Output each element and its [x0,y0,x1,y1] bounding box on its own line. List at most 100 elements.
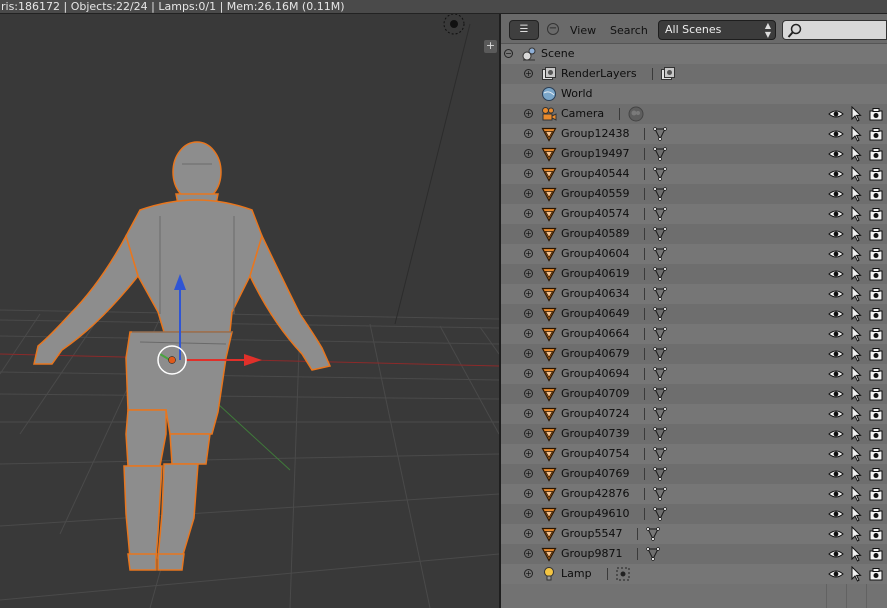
render-camera-icon[interactable] [868,546,884,562]
mesh-object-icon[interactable] [541,186,557,202]
3d-viewport[interactable]: + [0,14,499,608]
visibility-eye-icon[interactable] [828,306,844,322]
outliner-row-group40739[interactable]: + Group40739 [501,424,887,444]
selectability-cursor-icon[interactable] [848,345,864,362]
selectability-cursor-icon[interactable] [848,425,864,442]
mesh-object-icon[interactable] [541,486,557,502]
mesh-data-icon[interactable] [652,326,668,342]
visibility-eye-icon[interactable] [828,266,844,282]
outliner-item-label[interactable]: Group40679 [561,347,629,360]
outliner-row-group40559[interactable]: + Group40559 [501,184,887,204]
expand-icon[interactable]: + [524,529,533,538]
mesh-data-icon[interactable] [652,166,668,182]
outliner-item-label[interactable]: Group40574 [561,207,629,220]
display-mode-select[interactable]: All Scenes ▲ ▼ [658,20,776,40]
outliner-item-label[interactable]: Group40589 [561,227,629,240]
outliner-item-label[interactable]: RenderLayers [561,67,637,80]
render-camera-icon[interactable] [868,286,884,302]
outliner-item-label[interactable]: Group49610 [561,507,629,520]
mesh-object-icon[interactable] [541,426,557,442]
selectability-cursor-icon[interactable] [848,305,864,322]
mesh-data-icon[interactable] [645,546,661,562]
visibility-eye-icon[interactable] [828,326,844,342]
expand-icon[interactable]: + [524,129,533,138]
camera-data-icon[interactable] [627,106,644,122]
outliner-row-group9871[interactable]: + Group9871 [501,544,887,564]
outliner-row-group19497[interactable]: + Group19497 [501,144,887,164]
render-camera-icon[interactable] [868,506,884,522]
selectability-cursor-icon[interactable] [848,205,864,222]
visibility-eye-icon[interactable] [828,466,844,482]
selectability-cursor-icon[interactable] [848,565,864,582]
visibility-eye-icon[interactable] [828,546,844,562]
lamp-object-icon[interactable] [541,566,557,582]
mesh-object-icon[interactable] [541,406,557,422]
outliner-item-label[interactable]: Group40544 [561,167,629,180]
render-camera-icon[interactable] [868,226,884,242]
visibility-eye-icon[interactable] [828,506,844,522]
mesh-object-icon[interactable] [541,246,557,262]
outliner-row-renderlayers[interactable]: + RenderLayers [501,64,887,84]
visibility-eye-icon[interactable] [828,286,844,302]
outliner-row-group40589[interactable]: + Group40589 [501,224,887,244]
render-camera-icon[interactable] [868,346,884,362]
visibility-eye-icon[interactable] [828,406,844,422]
outliner-row-group5547[interactable]: + Group5547 [501,524,887,544]
outliner-item-label[interactable]: Scene [541,47,575,60]
outliner-row-group40619[interactable]: + Group40619 [501,264,887,284]
selectability-cursor-icon[interactable] [848,525,864,542]
render-camera-icon[interactable] [868,446,884,462]
outliner-row-world[interactable]: World [501,84,887,104]
outliner-item-label[interactable]: Group40559 [561,187,629,200]
visibility-eye-icon[interactable] [828,246,844,262]
expand-icon[interactable]: + [524,229,533,238]
mesh-data-icon[interactable] [652,186,668,202]
render-camera-icon[interactable] [868,326,884,342]
world-icon[interactable] [541,86,557,102]
selectability-cursor-icon[interactable] [848,125,864,142]
mesh-object-icon[interactable] [541,326,557,342]
expand-icon[interactable]: + [524,329,533,338]
outliner-item-label[interactable]: Group40649 [561,307,629,320]
selectability-cursor-icon[interactable] [848,285,864,302]
outliner-item-label[interactable]: Group40664 [561,327,629,340]
mesh-data-icon[interactable] [652,366,668,382]
mesh-object-icon[interactable] [541,286,557,302]
mesh-data-icon[interactable] [652,406,668,422]
selectability-cursor-icon[interactable] [848,465,864,482]
mesh-object-icon[interactable] [541,206,557,222]
outliner-item-label[interactable]: Group40619 [561,267,629,280]
selectability-cursor-icon[interactable] [848,165,864,182]
outliner-row-camera[interactable]: + Camera [501,104,887,124]
tool-shelf-toggle[interactable]: + [484,40,497,53]
expand-icon[interactable]: + [524,309,533,318]
collapse-menus-icon[interactable]: − [547,23,559,35]
render-camera-icon[interactable] [868,486,884,502]
render-camera-icon[interactable] [868,206,884,222]
outliner-item-label[interactable]: Group40634 [561,287,629,300]
outliner-item-label[interactable]: World [561,87,593,100]
outliner-item-label[interactable]: Group40604 [561,247,629,260]
mesh-data-icon[interactable] [652,246,668,262]
selectability-cursor-icon[interactable] [848,185,864,202]
mesh-data-icon[interactable] [652,306,668,322]
visibility-eye-icon[interactable] [828,486,844,502]
visibility-eye-icon[interactable] [828,426,844,442]
expand-icon[interactable]: + [524,429,533,438]
expand-icon[interactable]: + [524,409,533,418]
expand-icon[interactable]: + [524,109,533,118]
expand-icon[interactable]: + [524,169,533,178]
expand-icon[interactable]: + [524,349,533,358]
render-camera-icon[interactable] [868,426,884,442]
selectability-cursor-icon[interactable] [848,505,864,522]
outliner-item-label[interactable]: Group5547 [561,527,622,540]
mesh-data-icon[interactable] [652,506,668,522]
visibility-eye-icon[interactable] [828,346,844,362]
expand-icon[interactable]: + [524,469,533,478]
mesh-object-icon[interactable] [541,446,557,462]
mesh-data-icon[interactable] [652,386,668,402]
mesh-data-icon[interactable] [652,206,668,222]
selectability-cursor-icon[interactable] [848,385,864,402]
mesh-data-icon[interactable] [652,146,668,162]
collapse-icon[interactable]: − [504,49,513,58]
